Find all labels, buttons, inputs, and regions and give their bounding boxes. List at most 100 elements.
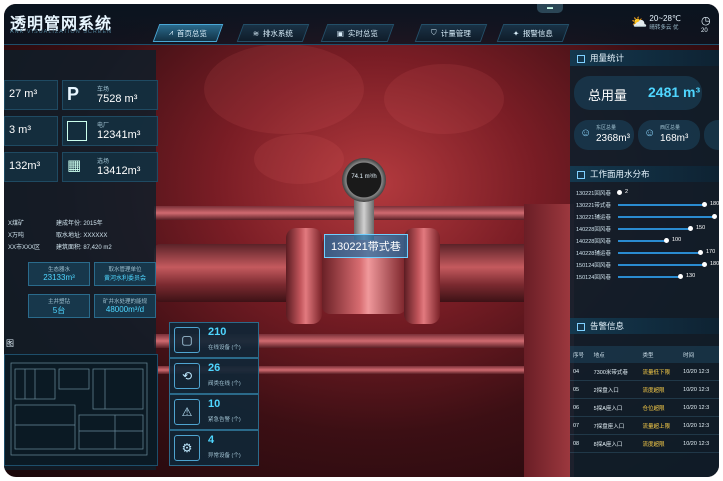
chip-capacity: 矿井水处理的能规 48000m³/d <box>94 294 156 318</box>
floor-plan-drawing <box>10 362 148 456</box>
distribution-label: 140228回风巷 <box>576 239 611 245</box>
alarm-place: 5探A座入口 <box>590 398 640 417</box>
distribution-bar <box>618 252 700 254</box>
nav-overview[interactable]: ⩘ 首页总览 <box>152 24 224 42</box>
bulb-icon: ✦ <box>513 28 520 38</box>
distribution-row[interactable]: 150124回风巷 130 <box>576 272 715 282</box>
person-icon: ☺ <box>580 127 592 139</box>
distribution-value: 130 <box>686 273 696 279</box>
distribution-row[interactable]: 130221辅运巷200 <box>576 212 717 222</box>
distribution-row[interactable]: 130221带式巷 180 <box>576 200 719 210</box>
alarm-row[interactable]: 07 7探盘座入口 流量超上限 10/20 12:3 <box>570 416 719 435</box>
total-usage-card: 总用量 2481 m³ <box>574 76 702 110</box>
alarm-time: 10/20 12:3 <box>680 363 719 381</box>
alarm-no: 08 <box>570 434 591 453</box>
distribution-row[interactable]: 140228回风巷 100 <box>576 236 715 246</box>
valve-icon: ⟲ <box>174 363 200 389</box>
alarm-time: 10/20 12:3 <box>680 380 719 399</box>
alarm-time: 10/20 12:3 <box>680 398 719 417</box>
online-devices-card[interactable]: ▢ 210 在线设备 (个) <box>169 322 259 358</box>
zone-card-west: ☺ 西区总量 168m³ <box>638 120 700 150</box>
nav-alarms[interactable]: ✦ 报警信息 <box>496 24 570 42</box>
distribution-bar <box>618 216 714 218</box>
distribution-row[interactable]: 140228回风巷 150 <box>576 224 715 234</box>
distribution-dot <box>678 274 683 279</box>
right-flange <box>404 228 440 324</box>
alarm-type: 流量低下限 <box>639 363 681 381</box>
zone-card-east: ☺ 东区总量 2368m³ <box>574 120 634 150</box>
nav-drainage[interactable]: ≋ 排水系统 <box>236 24 310 42</box>
distribution-value: 170 <box>706 249 716 255</box>
monitor-icon: ▢ <box>174 327 200 353</box>
alarm-place: 7探盘座入口 <box>590 416 640 435</box>
alarm-no: 05 <box>570 380 591 399</box>
abnormal-device-card[interactable]: ⚙ 4 异常设备 (个) <box>169 430 259 466</box>
distribution-dot <box>688 226 693 231</box>
distribution-bar <box>618 276 680 278</box>
stat-card-2: 3 m³ <box>4 116 58 146</box>
alarm-place: 2探盘入口 <box>590 380 640 399</box>
valve-online-card[interactable]: ⟲ 26 阀类在线 (个) <box>169 358 259 394</box>
stat-card-factory: 电厂 12341m³ <box>62 116 158 146</box>
flowmeter-gauge[interactable]: 74.1 m³/h <box>342 158 386 202</box>
stat-card-1: 27 m³ <box>4 80 58 110</box>
alarm-time: 10/20 12:3 <box>680 416 719 435</box>
info-row: X万吨 <box>8 233 25 239</box>
total-usage-value: 2481 m³ <box>648 84 701 100</box>
distribution-dot <box>617 190 622 195</box>
alarm-heading: 告警信息 <box>570 318 719 334</box>
nav-realtime[interactable]: ▣ 实时总览 <box>320 24 395 42</box>
distribution-row[interactable]: 140228辅运巷 170 <box>576 248 715 258</box>
distribution-dot <box>712 214 717 219</box>
chip-main-drill: 主井塑钻 5台 <box>28 294 90 318</box>
distribution-bar <box>618 240 666 242</box>
distribution-dot <box>698 250 703 255</box>
alarm-table: 序号 地点 类型 时间 04 7300米带式巷 流量低下限 10/20 12:3 05 2… <box>570 346 719 453</box>
urgent-alarm-card[interactable]: ⚠ 10 紧急告警 (个) <box>169 394 259 430</box>
alarm-icon: ⚠ <box>174 399 200 425</box>
info-row: X煤矿 <box>8 221 25 227</box>
gauge-reading: 74.1 m³/h <box>351 174 377 180</box>
left-flange <box>286 228 322 324</box>
info-row: XX市XXX区 <box>8 245 41 251</box>
shield-icon: ⛉ <box>431 28 437 37</box>
alarm-time: 10/20 12:3 <box>680 434 719 453</box>
right-wall <box>524 204 574 477</box>
total-usage-label: 总用量 <box>588 88 628 103</box>
distribution-label: 150124回风巷 <box>576 263 611 269</box>
nav-metering[interactable]: ⛉ 计量管理 <box>414 24 487 42</box>
alarm-place: 8探A座入口 <box>590 434 640 453</box>
distribution-label: 130221回风巷 <box>576 191 611 197</box>
screen-icon: ▣ <box>337 28 345 38</box>
distribution-bar <box>618 228 690 230</box>
chip-manager: 取水管理单位 黄河水利委员会 <box>94 262 156 286</box>
alarm-no: 04 <box>570 363 591 381</box>
distribution-heading: 工作面用水分布 <box>570 166 719 182</box>
alarm-row[interactable]: 06 5探A座入口 仓位超限 10/20 12:3 <box>570 398 719 417</box>
distribution-value: 180 <box>710 261 719 267</box>
water-icon: ≋ <box>253 28 260 38</box>
distribution-value: 150 <box>696 225 706 231</box>
alarm-type: 流量超上限 <box>639 416 681 435</box>
distribution-dot <box>664 238 669 243</box>
weather-temp: 20~28℃ <box>649 14 681 23</box>
alarm-type: 仓位超限 <box>639 398 681 417</box>
alarm-type: 流度超限 <box>639 434 681 453</box>
alarm-row[interactable]: 05 2探盘入口 流度超限 10/20 12:3 <box>570 380 719 399</box>
distribution-label: 130221带式巷 <box>576 203 611 209</box>
alarm-place: 7300米带式巷 <box>590 363 640 381</box>
cloud-sun-icon: ⛅ <box>631 14 648 30</box>
alarm-row[interactable]: 08 8探A座入口 流度超限 10/20 12:3 <box>570 434 719 453</box>
distribution-row[interactable]: 150124回风巷 180 <box>576 260 719 270</box>
top-header: 透明管网系统 ANK VISUALIZATION SCREEN ▬ ⩘ 首页总览 … <box>4 4 719 45</box>
alarm-no: 06 <box>570 398 591 417</box>
collapse-button[interactable]: ▬ <box>537 4 563 13</box>
weather-desc: 晴转多云 优 <box>649 25 679 31</box>
alarm-row[interactable]: 04 7300米带式巷 流量低下限 10/20 12:3 <box>570 363 719 381</box>
plant-icon: ▦ <box>67 157 82 174</box>
floor-plan-map[interactable] <box>4 354 158 466</box>
distribution-row[interactable]: 130221回风巷 2 <box>576 188 715 198</box>
factory-icon <box>67 121 87 141</box>
pipe-tag[interactable]: 130221带式巷 <box>324 234 408 258</box>
floor-plan-heading: 图 <box>6 339 14 348</box>
